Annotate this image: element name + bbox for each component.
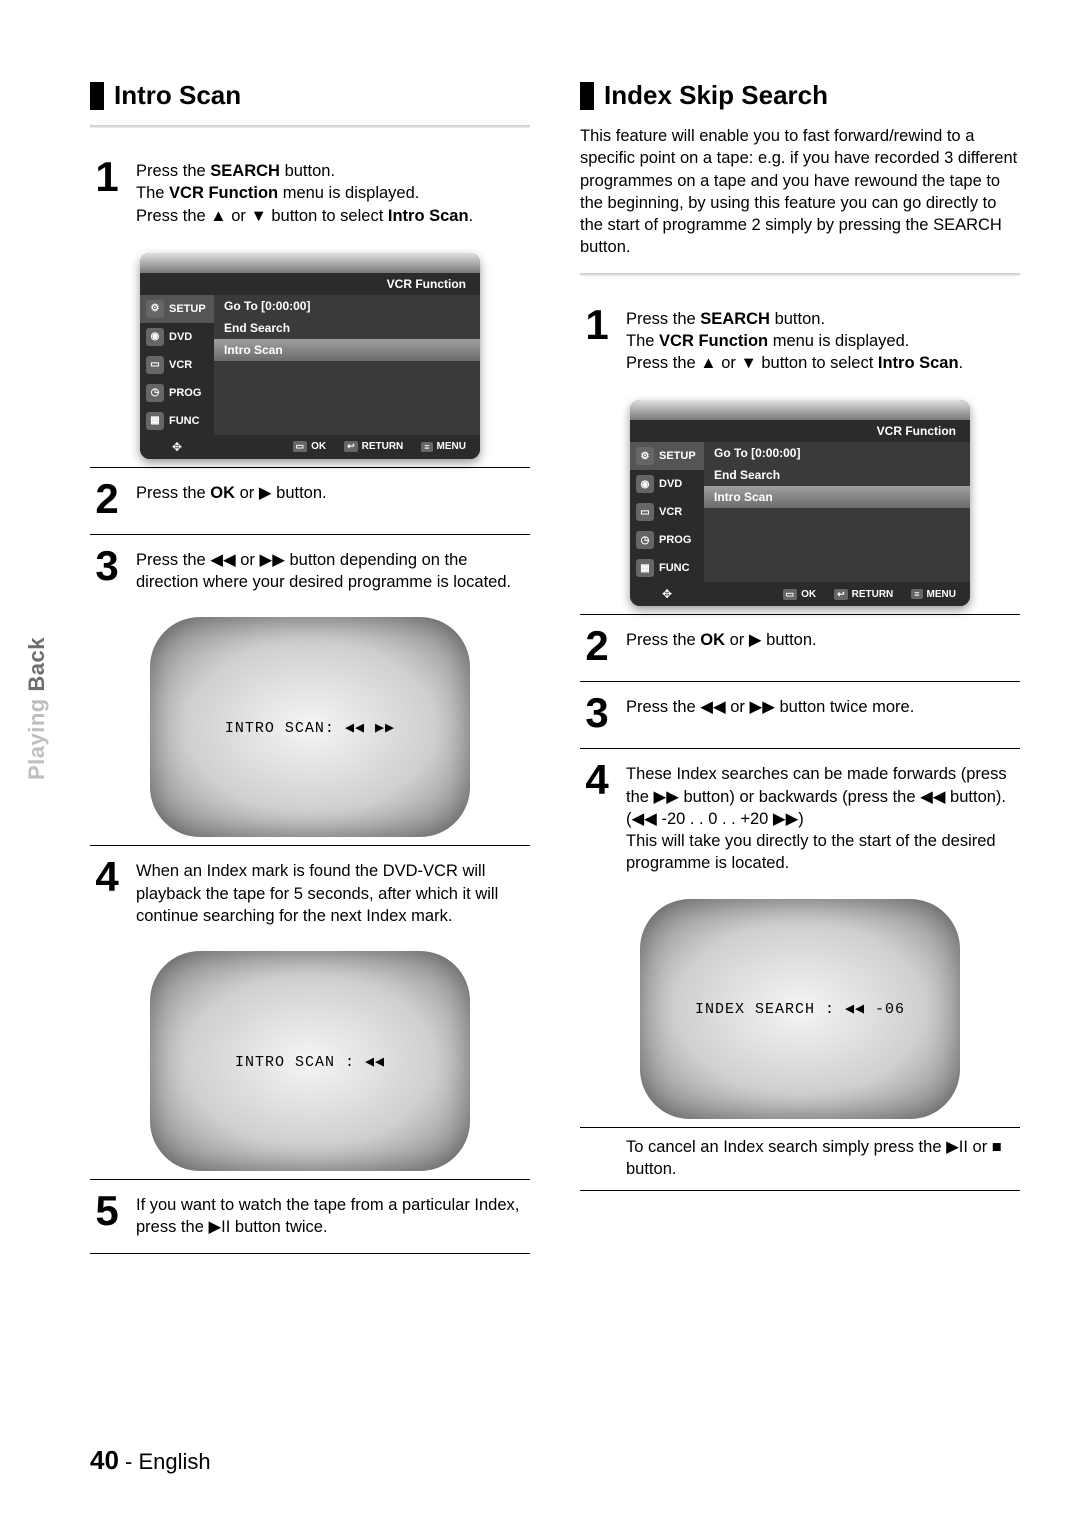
- osd-menu-btn: MENU: [927, 589, 956, 600]
- step-number: 1: [90, 156, 124, 227]
- step-number: 3: [580, 692, 614, 734]
- step-body: Press the SEARCH button. The VCR Functio…: [626, 304, 963, 375]
- section-bar: [90, 82, 104, 110]
- step-body: Press the OK or ▶ button.: [136, 478, 327, 520]
- tv-screen: INDEX SEARCH : ◀◀ -06: [640, 899, 960, 1119]
- page-number: 40: [90, 1445, 119, 1475]
- osd-side-func: ▦FUNC: [140, 407, 214, 435]
- col-index-skip: Index Skip Search This feature will enab…: [580, 80, 1020, 1254]
- osd-return: RETURN: [362, 441, 404, 452]
- osd-menu-btn: MENU: [437, 441, 466, 452]
- osd-side-func: ▦FUNC: [630, 554, 704, 582]
- osd-side-vcr: ▭VCR: [140, 351, 214, 379]
- side-tab-light: Playing: [24, 692, 49, 780]
- side-tab-dark: Back: [24, 637, 49, 692]
- intro-text: This feature will enable you to fast for…: [580, 125, 1020, 259]
- step-number: 2: [90, 478, 124, 520]
- step-body: Press the SEARCH button. The VCR Functio…: [136, 156, 473, 227]
- osd-side-vcr: ▭VCR: [630, 498, 704, 526]
- step-number: 4: [580, 759, 614, 874]
- step-body: Press the ◀◀ or ▶▶ button depending on t…: [136, 545, 530, 594]
- side-tab: Playing Back: [24, 637, 50, 780]
- osd-ok: OK: [311, 441, 326, 452]
- step-body: Press the OK or ▶ button.: [626, 625, 817, 667]
- step-number: 1: [580, 304, 614, 375]
- osd-side-setup: ⚙SETUP: [140, 295, 214, 323]
- move-icon: ✥: [662, 587, 672, 601]
- osd-row: Go To [0:00:00]: [214, 295, 480, 317]
- step-number: 4: [90, 856, 124, 927]
- osd-side-prog: ◷PROG: [140, 379, 214, 407]
- osd-return: RETURN: [852, 589, 894, 600]
- step-body: When an Index mark is found the DVD-VCR …: [136, 856, 530, 927]
- step-number: 2: [580, 625, 614, 667]
- col-intro-scan: Intro Scan 1 Press the SEARCH button. Th…: [90, 80, 530, 1254]
- osd-side-dvd: ◉DVD: [630, 470, 704, 498]
- tv-screen: INTRO SCAN : ◀◀: [150, 951, 470, 1171]
- osd-side-setup: ⚙SETUP: [630, 442, 704, 470]
- cancel-note: To cancel an Index search simply press t…: [580, 1128, 1020, 1181]
- section-bar: [580, 82, 594, 110]
- step-number: 3: [90, 545, 124, 594]
- osd-row: Go To [0:00:00]: [704, 442, 970, 464]
- tv-text: INTRO SCAN: ◀◀ ▶▶: [225, 718, 395, 737]
- osd-title: VCR Function: [704, 420, 970, 442]
- move-icon: ✥: [172, 440, 182, 454]
- osd-row: End Search: [214, 317, 480, 339]
- tv-text: INTRO SCAN : ◀◀: [235, 1052, 385, 1071]
- rule: [90, 125, 530, 128]
- osd-side-prog: ◷PROG: [630, 526, 704, 554]
- osd-row-selected: Intro Scan: [704, 486, 970, 508]
- tv-text: INDEX SEARCH : ◀◀ -06: [695, 999, 905, 1018]
- osd-row: End Search: [704, 464, 970, 486]
- section-title-intro-scan: Intro Scan: [114, 80, 241, 111]
- step-number: 5: [90, 1190, 124, 1239]
- osd-menu: VCR Function ⚙SETUP ◉DVD ▭VCR ◷PROG ▦FUN…: [630, 400, 970, 606]
- tv-screen: INTRO SCAN: ◀◀ ▶▶: [150, 617, 470, 837]
- osd-ok: OK: [801, 589, 816, 600]
- osd-title: VCR Function: [214, 273, 480, 295]
- rule: [580, 273, 1020, 276]
- step-body: Press the ◀◀ or ▶▶ button twice more.: [626, 692, 914, 734]
- page-footer: 40 - English: [90, 1445, 211, 1476]
- section-title-index-skip: Index Skip Search: [604, 80, 828, 111]
- osd-side-dvd: ◉DVD: [140, 323, 214, 351]
- page-lang: English: [138, 1449, 210, 1474]
- step-body: These Index searches can be made forward…: [626, 759, 1020, 874]
- osd-menu: VCR Function ⚙SETUP ◉DVD ▭VCR ◷PROG ▦FUN…: [140, 253, 480, 459]
- osd-row-selected: Intro Scan: [214, 339, 480, 361]
- step-body: If you want to watch the tape from a par…: [136, 1190, 530, 1239]
